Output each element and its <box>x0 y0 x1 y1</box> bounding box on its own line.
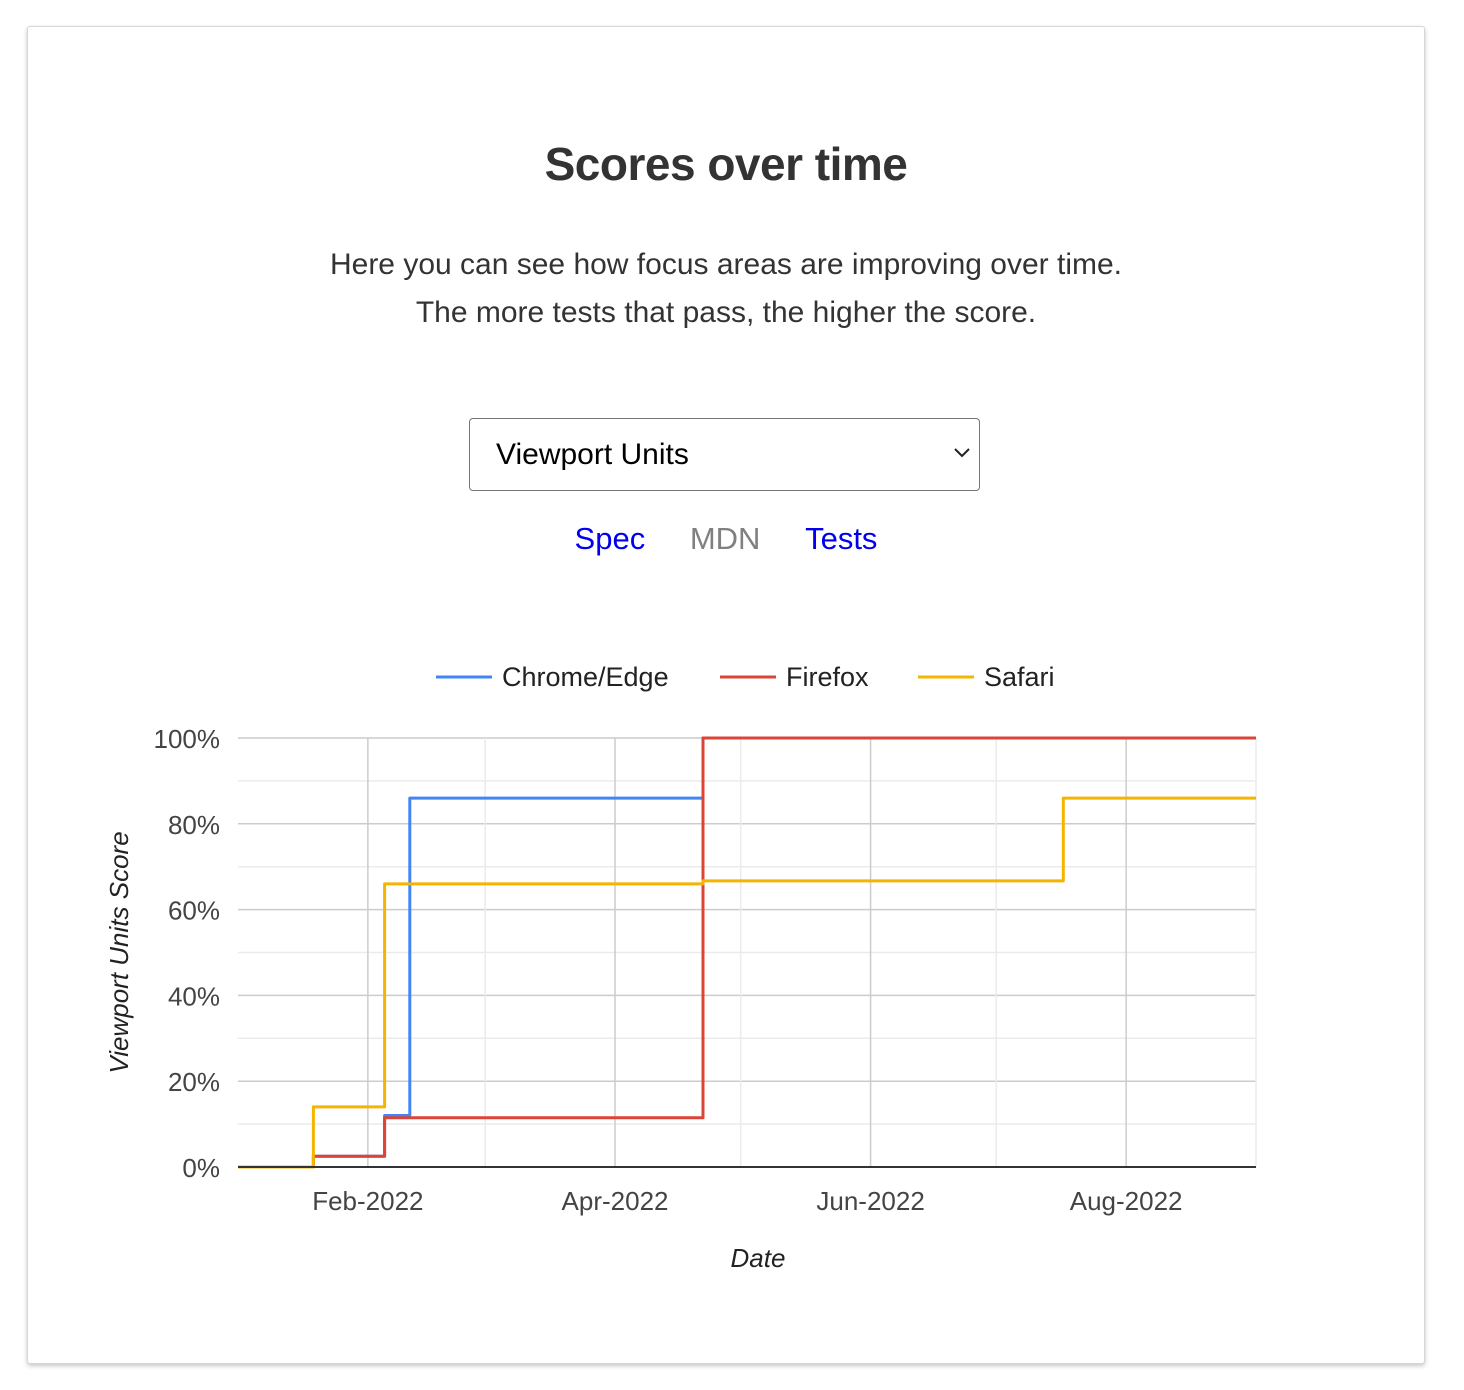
y-tick-label: 20% <box>168 1067 220 1097</box>
y-axis-title: Viewport Units Score <box>104 831 134 1073</box>
x-tick-label: Apr-2022 <box>562 1186 669 1216</box>
legend-label: Firefox <box>786 662 869 692</box>
y-tick-label: 60% <box>168 896 220 926</box>
y-tick-label: 100% <box>154 724 221 754</box>
x-tick-label: Feb-2022 <box>312 1186 423 1216</box>
y-tick-label: 0% <box>182 1153 220 1183</box>
x-tick-label: Aug-2022 <box>1070 1186 1183 1216</box>
y-tick-label: 40% <box>168 981 220 1011</box>
x-axis-title: Date <box>731 1243 786 1273</box>
x-tick-label: Jun-2022 <box>816 1186 924 1216</box>
legend-label: Safari <box>984 662 1055 692</box>
scores-chart: 0% 20% 40% 60% 80% 100% Feb-2022 Apr-2022 Jun-20… <box>104 662 1257 1273</box>
series-line-safari <box>238 796 1256 1169</box>
legend-label: Chrome/Edge <box>502 662 669 692</box>
scores-card: Scores over time Here you can see how fo… <box>27 26 1425 1364</box>
y-tick-label: 80% <box>168 810 220 840</box>
